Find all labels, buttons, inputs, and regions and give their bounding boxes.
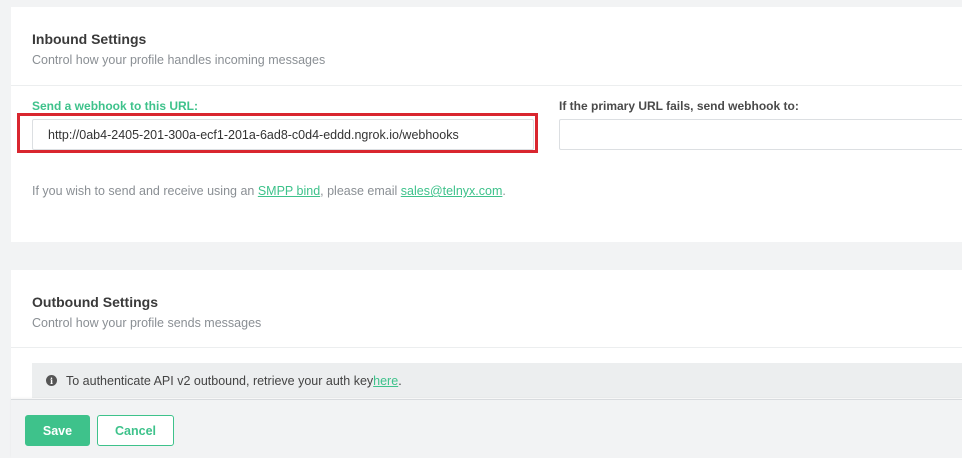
smpp-info-middle: , please email [320, 184, 401, 198]
info-circle-icon: i [46, 375, 57, 386]
cancel-button[interactable]: Cancel [97, 415, 174, 446]
inbound-subtitle: Control how your profile handles incomin… [32, 53, 326, 67]
action-footer: Save Cancel [11, 399, 962, 458]
inbound-title: Inbound Settings [32, 31, 147, 47]
save-button[interactable]: Save [25, 415, 90, 446]
sales-email-link[interactable]: sales@telnyx.com [401, 184, 503, 198]
inbound-header: Inbound Settings Control how your profil… [11, 7, 962, 86]
inbound-settings-card: Inbound Settings Control how your profil… [11, 7, 962, 242]
primary-webhook-label: Send a webhook to this URL: [32, 99, 199, 113]
smpp-info-text: If you wish to send and receive using an… [32, 184, 506, 199]
notice-text: To authenticate API v2 outbound, retriev… [66, 373, 374, 388]
outbound-title: Outbound Settings [32, 294, 158, 310]
smpp-info-prefix: If you wish to send and receive using an [32, 184, 258, 198]
outbound-subtitle: Control how your profile sends messages [32, 316, 262, 330]
primary-webhook-url-input[interactable] [32, 119, 534, 150]
notice-suffix: . [398, 373, 402, 388]
fallback-webhook-label: If the primary URL fails, send webhook t… [559, 99, 799, 113]
api-auth-notice: i To authenticate API v2 outbound, retri… [32, 363, 962, 398]
smpp-info-suffix: . [502, 184, 506, 198]
fallback-webhook-url-input[interactable] [559, 119, 962, 150]
outbound-header: Outbound Settings Control how your profi… [11, 270, 962, 348]
smpp-bind-link[interactable]: SMPP bind [258, 184, 320, 198]
auth-key-link[interactable]: here [373, 374, 398, 388]
